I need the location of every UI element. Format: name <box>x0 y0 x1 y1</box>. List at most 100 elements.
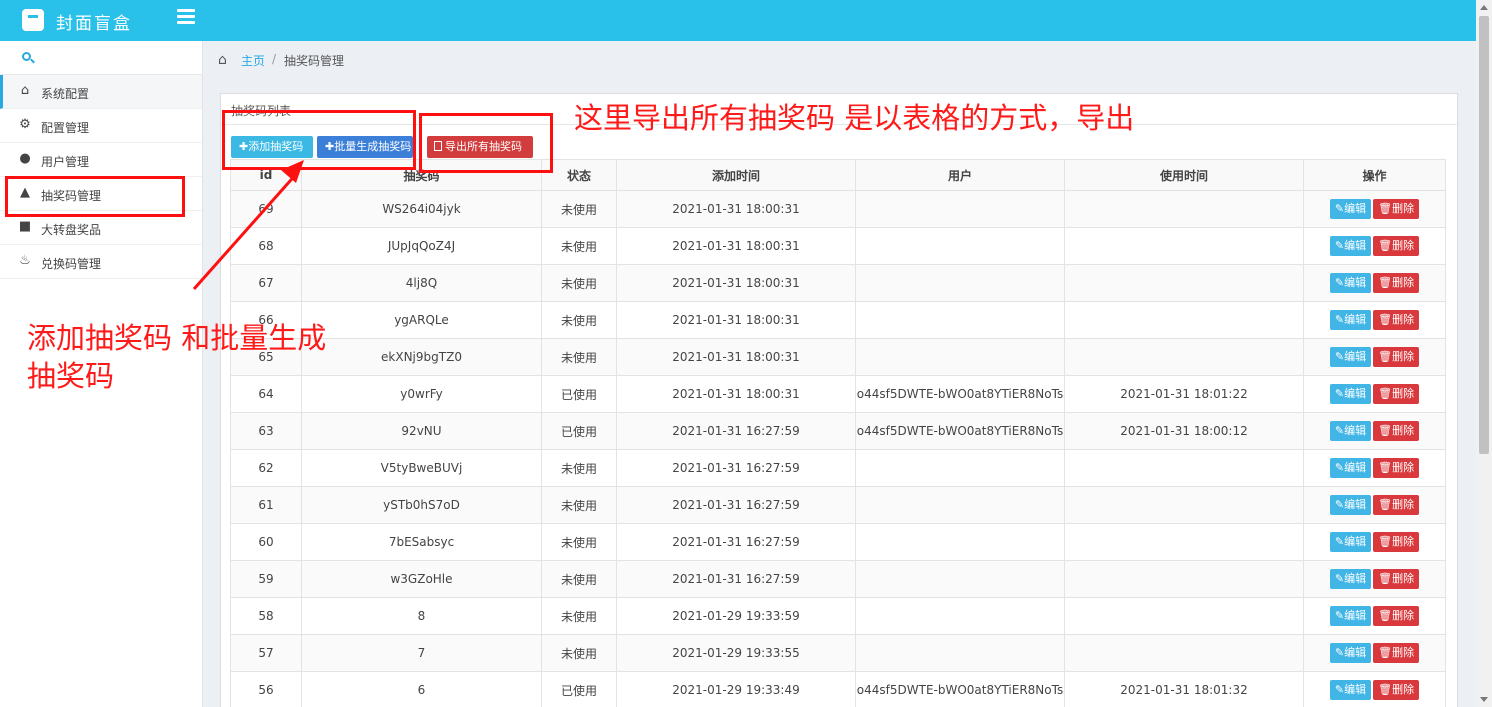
trash-icon: 🗑 <box>1378 572 1393 585</box>
cell-user <box>855 486 1065 524</box>
cell-used: 2021-01-31 18:01:32 <box>1064 671 1304 707</box>
delete-button[interactable]: 🗑删除 <box>1373 347 1420 367</box>
column-header-user[interactable]: 用户 <box>855 159 1065 191</box>
edit-button[interactable]: ✎编辑 <box>1329 458 1372 478</box>
table-row: 62 V5tyBweBUVj 未使用 2021-01-31 16:27:59 ✎编辑 🗑删… <box>230 449 1446 487</box>
delete-button[interactable]: 🗑删除 <box>1373 273 1420 293</box>
sidebar-item-user-management[interactable]: ● 用户管理 <box>0 143 202 177</box>
cell-user <box>855 449 1065 487</box>
cell-user <box>855 338 1065 376</box>
delete-button[interactable]: 🗑删除 <box>1373 199 1420 219</box>
sidebar-item-label: 大转盘奖品 <box>41 223 102 237</box>
cell-code: 6 <box>301 671 542 707</box>
trash-icon: 🗑 <box>1378 646 1393 659</box>
edit-icon: ✎ <box>1334 498 1345 511</box>
cell-actions: ✎编辑 🗑删除 <box>1303 375 1446 413</box>
edit-label: 编辑 <box>1344 461 1367 474</box>
cell-id: 61 <box>230 486 302 524</box>
cell-id: 69 <box>230 190 302 228</box>
edit-button[interactable]: ✎编辑 <box>1329 236 1372 256</box>
cell-status: 未使用 <box>541 449 617 487</box>
column-header-added-time[interactable]: 添加时间 <box>616 159 856 191</box>
cell-used <box>1064 523 1304 561</box>
edit-button[interactable]: ✎编辑 <box>1329 606 1372 626</box>
cell-actions: ✎编辑 🗑删除 <box>1303 227 1446 265</box>
edit-button[interactable]: ✎编辑 <box>1329 680 1372 700</box>
cell-used <box>1064 264 1304 302</box>
edit-button[interactable]: ✎编辑 <box>1329 569 1372 589</box>
delete-button[interactable]: 🗑删除 <box>1373 384 1420 404</box>
breadcrumb-current: 抽奖码管理 <box>284 54 345 68</box>
edit-label: 编辑 <box>1344 350 1367 363</box>
edit-icon: ✎ <box>1334 572 1345 585</box>
delete-button[interactable]: 🗑删除 <box>1373 458 1420 478</box>
cell-added: 2021-01-29 19:33:59 <box>616 597 856 635</box>
table-row: 69 WS264i04jyk 未使用 2021-01-31 18:00:31 ✎编辑 🗑删… <box>230 190 1446 228</box>
table-row: 63 92vNU 已使用 2021-01-31 16:27:59 o44sf5DWTE-… <box>230 412 1446 450</box>
cell-status: 未使用 <box>541 338 617 376</box>
sidebar-item-label: 配置管理 <box>41 121 90 135</box>
menu-toggle-icon[interactable] <box>177 9 195 27</box>
delete-button[interactable]: 🗑删除 <box>1373 680 1420 700</box>
delete-button[interactable]: 🗑删除 <box>1373 532 1420 552</box>
delete-label: 删除 <box>1392 646 1415 659</box>
delete-label: 删除 <box>1392 350 1415 363</box>
delete-label: 删除 <box>1392 239 1415 252</box>
table-row: 56 6 已使用 2021-01-29 19:33:49 o44sf5DWTE-bWO0… <box>230 671 1446 707</box>
edit-icon: ✎ <box>1334 202 1345 215</box>
edit-label: 编辑 <box>1344 202 1367 215</box>
cell-status: 未使用 <box>541 227 617 265</box>
sidebar-item-system-config[interactable]: ⌂ 系统配置 <box>0 75 202 109</box>
cell-status: 未使用 <box>541 301 617 339</box>
sidebar-item-config-management[interactable]: ⚙ 配置管理 <box>0 109 202 143</box>
cell-used <box>1064 560 1304 598</box>
column-header-used-time[interactable]: 使用时间 <box>1064 159 1304 191</box>
cell-actions: ✎编辑 🗑删除 <box>1303 190 1446 228</box>
breadcrumb-home-link[interactable]: 主页 <box>241 52 265 69</box>
cell-actions: ✎编辑 🗑删除 <box>1303 671 1446 707</box>
sidebar-item-label: 用户管理 <box>41 155 90 169</box>
cell-used <box>1064 301 1304 339</box>
sidebar-item-redeem-code-management[interactable]: ♨ 兑换码管理 <box>0 245 202 279</box>
search-icon[interactable] <box>22 52 31 61</box>
page-scrollbar[interactable] <box>1476 0 1492 707</box>
delete-button[interactable]: 🗑删除 <box>1373 310 1420 330</box>
delete-label: 删除 <box>1392 609 1415 622</box>
cell-status: 未使用 <box>541 560 617 598</box>
delete-button[interactable]: 🗑删除 <box>1373 643 1420 663</box>
trash-icon: 🗑 <box>1378 387 1393 400</box>
edit-button[interactable]: ✎编辑 <box>1329 532 1372 552</box>
cell-actions: ✎编辑 🗑删除 <box>1303 486 1446 524</box>
delete-button[interactable]: 🗑删除 <box>1373 236 1420 256</box>
edit-button[interactable]: ✎编辑 <box>1329 199 1372 219</box>
delete-button[interactable]: 🗑删除 <box>1373 569 1420 589</box>
edit-button[interactable]: ✎编辑 <box>1329 310 1372 330</box>
edit-label: 编辑 <box>1344 609 1367 622</box>
cell-actions: ✎编辑 🗑删除 <box>1303 449 1446 487</box>
cell-user <box>855 264 1065 302</box>
cell-added: 2021-01-31 18:00:31 <box>616 338 856 376</box>
scroll-down-arrow-icon[interactable] <box>1480 697 1488 702</box>
scrollbar-thumb[interactable] <box>1479 16 1489 454</box>
sidebar-search[interactable] <box>0 41 202 75</box>
edit-button[interactable]: ✎编辑 <box>1329 643 1372 663</box>
trash-icon: 🗑 <box>1378 609 1393 622</box>
delete-button[interactable]: 🗑删除 <box>1373 495 1420 515</box>
cell-status: 未使用 <box>541 264 617 302</box>
edit-button[interactable]: ✎编辑 <box>1329 421 1372 441</box>
cell-added: 2021-01-31 18:00:31 <box>616 264 856 302</box>
delete-label: 删除 <box>1392 202 1415 215</box>
edit-button[interactable]: ✎编辑 <box>1329 347 1372 367</box>
cell-user <box>855 597 1065 635</box>
edit-icon: ✎ <box>1334 609 1345 622</box>
table-row: 68 JUpJqQoZ4J 未使用 2021-01-31 18:00:31 ✎编辑 🗑删除 <box>230 227 1446 265</box>
edit-button[interactable]: ✎编辑 <box>1329 495 1372 515</box>
delete-button[interactable]: 🗑删除 <box>1373 421 1420 441</box>
trash-icon: 🗑 <box>1378 683 1393 696</box>
edit-button[interactable]: ✎编辑 <box>1329 384 1372 404</box>
scroll-up-arrow-icon[interactable] <box>1480 5 1488 10</box>
edit-button[interactable]: ✎编辑 <box>1329 273 1372 293</box>
delete-button[interactable]: 🗑删除 <box>1373 606 1420 626</box>
cell-used <box>1064 449 1304 487</box>
sidebar-item-label: 系统配置 <box>41 87 90 101</box>
